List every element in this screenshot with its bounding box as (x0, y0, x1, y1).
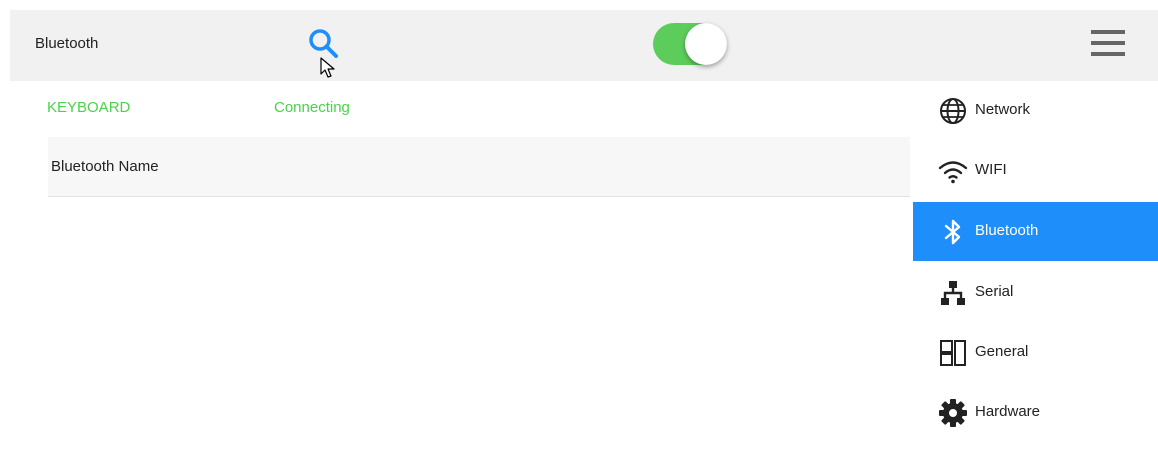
sidebar-item-label: Network (975, 101, 1031, 118)
sidebar-item-label: Hardware (975, 403, 1041, 420)
menu-bar-line (1091, 41, 1125, 45)
bluetooth-toggle[interactable] (653, 23, 727, 65)
toggle-knob[interactable] (685, 23, 727, 65)
sidebar-item-label: General (975, 343, 1029, 360)
globe-icon (940, 98, 966, 124)
sidebar-item-label: Bluetooth (975, 222, 1039, 239)
top-bar: Bluetooth (10, 10, 1158, 81)
bluetooth-icon (944, 219, 961, 245)
wifi-icon (938, 161, 968, 184)
sidebar-item-serial[interactable]: Serial (913, 263, 1158, 322)
search-icon (309, 29, 338, 58)
menu-bar-line (1091, 52, 1125, 56)
network-tree-icon (941, 281, 965, 305)
search-button[interactable] (306, 27, 340, 61)
sidebar-item-network[interactable]: Network (913, 81, 1158, 140)
device-status: Connecting (274, 99, 350, 116)
sidebar-item-label: Serial (975, 283, 1014, 300)
list-header-label: Bluetooth Name (51, 158, 159, 175)
menu-bar-line (1091, 30, 1125, 34)
paired-device-row[interactable]: KEYBOARD Connecting (47, 99, 547, 119)
page-title: Bluetooth (35, 35, 99, 52)
layout-panels-icon (940, 340, 966, 366)
hamburger-menu-button[interactable] (1091, 28, 1125, 58)
gear-icon (939, 399, 967, 427)
sidebar-item-general[interactable]: General (913, 323, 1158, 382)
device-name: KEYBOARD (47, 99, 131, 116)
sidebar-item-wifi[interactable]: WIFI (913, 141, 1158, 200)
sidebar-item-label: WIFI (975, 161, 1007, 178)
sidebar: Network WIFI Bluetooth Serial General Ha… (913, 81, 1158, 460)
list-header: Bluetooth Name (48, 137, 910, 197)
sidebar-item-bluetooth[interactable]: Bluetooth (913, 202, 1158, 261)
sidebar-item-hardware[interactable]: Hardware (913, 383, 1158, 442)
